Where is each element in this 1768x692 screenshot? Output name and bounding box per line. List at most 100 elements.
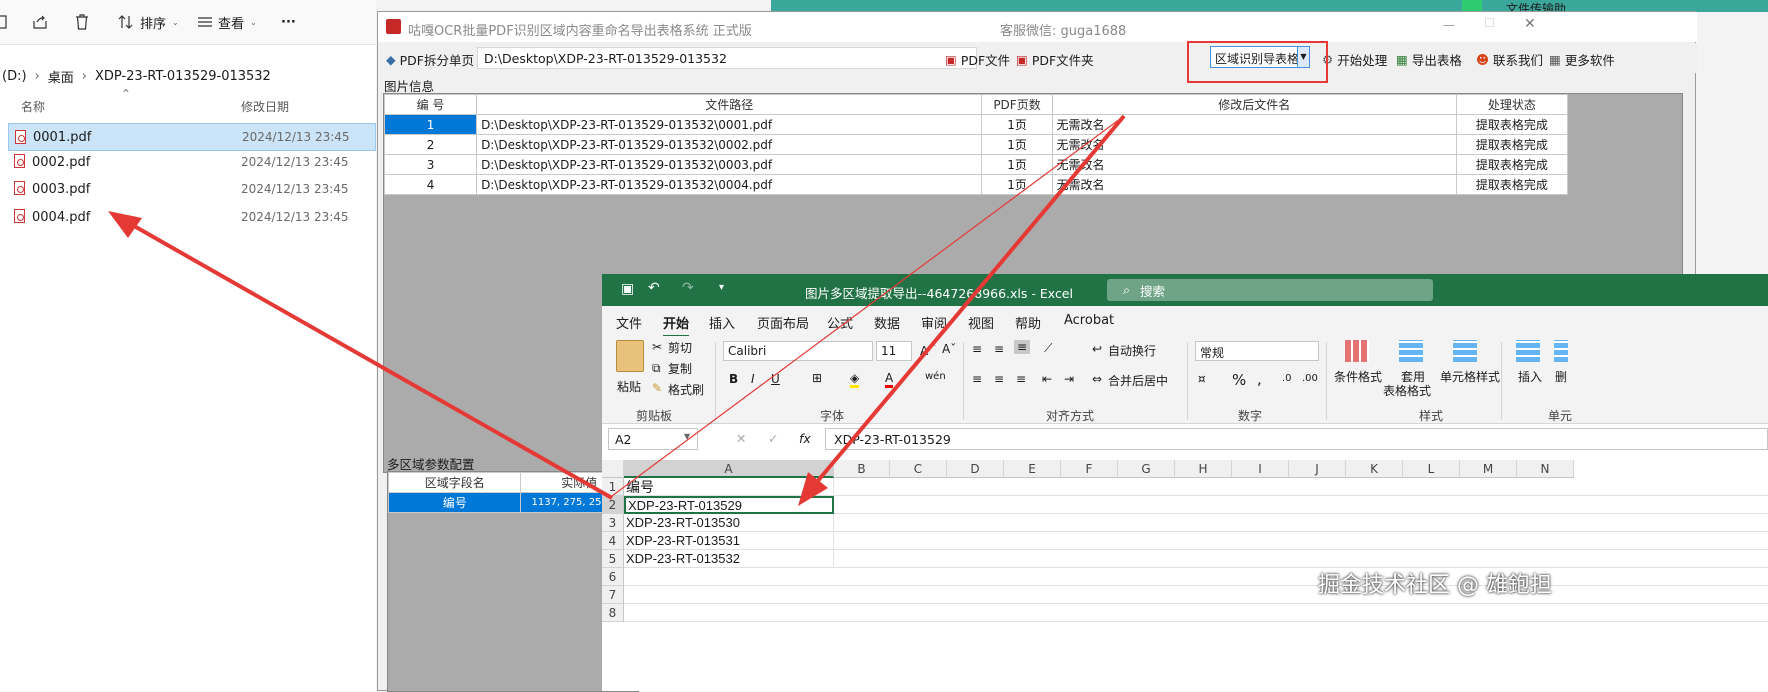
indent-decrease-icon[interactable]: ⇤ bbox=[1042, 372, 1052, 386]
split-pdf-button[interactable]: ◆ PDF拆分单页 bbox=[386, 50, 474, 68]
decrease-decimal-icon[interactable]: .00 bbox=[1302, 373, 1318, 384]
insert-cells-icon[interactable] bbox=[1516, 340, 1540, 362]
cell-a2[interactable]: XDP-23-RT-013529 bbox=[624, 496, 834, 514]
conditional-format-button[interactable]: 条件格式 bbox=[1334, 368, 1382, 385]
grid-cell-index[interactable]: 3 bbox=[383, 154, 478, 175]
align-center-icon[interactable]: ≡ bbox=[994, 372, 1004, 386]
start-button[interactable]: ⚙ 开始处理 bbox=[1322, 50, 1387, 68]
breadcrumb-folder[interactable]: XDP-23-RT-013529-013532 bbox=[95, 69, 271, 84]
cell-a3[interactable]: XDP-23-RT-013530 bbox=[624, 514, 834, 532]
tab-file[interactable]: 文件 bbox=[616, 313, 642, 332]
view-button[interactable]: 查看 ⌄ bbox=[198, 10, 257, 34]
grid-cell-index[interactable]: 4 bbox=[383, 174, 478, 195]
merge-center-button[interactable]: 合并后居中 bbox=[1108, 372, 1168, 389]
format-painter-button[interactable]: 格式刷 bbox=[668, 381, 704, 398]
row-header[interactable]: 5 bbox=[602, 550, 624, 568]
grid-cell-pages[interactable]: 1页 bbox=[981, 114, 1053, 135]
insert-cells-button[interactable]: 插入 bbox=[1518, 368, 1542, 385]
row-header[interactable]: 7 bbox=[602, 586, 624, 604]
grid-header[interactable]: 编 号 bbox=[383, 94, 478, 115]
format-as-table-icon[interactable] bbox=[1399, 340, 1423, 362]
grid-cell-path[interactable]: D:\Desktop\XDP-23-RT-013529-013532\0002.… bbox=[476, 134, 983, 155]
cell-a4[interactable]: XDP-23-RT-013531 bbox=[624, 532, 834, 550]
grid-cell-index[interactable]: 2 bbox=[383, 134, 478, 155]
column-header[interactable]: K bbox=[1346, 460, 1403, 478]
grid-header[interactable]: 文件路径 bbox=[476, 94, 983, 115]
file-row[interactable]: 0001.pdf 2024/12/13 23:45 bbox=[8, 123, 376, 151]
row-header[interactable]: 4 bbox=[602, 532, 624, 550]
align-top-icon[interactable]: ≡ bbox=[972, 342, 982, 356]
file-row[interactable]: 0003.pdf 2024/12/13 23:45 bbox=[8, 175, 376, 203]
pdf-file-button[interactable]: ▣ PDF文件 bbox=[945, 50, 1010, 68]
orientation-icon[interactable]: ⟋ bbox=[1044, 341, 1052, 356]
sort-button[interactable]: 排序 ⌄ bbox=[118, 10, 179, 34]
wrap-text-icon[interactable]: ↩ bbox=[1092, 342, 1102, 356]
export-button[interactable]: ▦ 导出表格 bbox=[1396, 50, 1462, 68]
table-row[interactable]: 编号 1137, 275, 250, 54 bbox=[387, 492, 638, 513]
grid-cell-status[interactable]: 提取表格完成 bbox=[1455, 174, 1569, 195]
grid-header[interactable]: PDF页数 bbox=[981, 94, 1053, 115]
number-format-select[interactable]: 常规 bbox=[1195, 341, 1319, 361]
tab-review[interactable]: 审阅 bbox=[921, 313, 947, 332]
delete-icon[interactable] bbox=[74, 10, 90, 34]
table-row[interactable]: 3 D:\Desktop\XDP-23-RT-013529-013532\000… bbox=[383, 154, 1569, 175]
grid-header[interactable]: 修改后文件名 bbox=[1051, 94, 1457, 115]
tab-help[interactable]: 帮助 bbox=[1015, 313, 1041, 332]
grid-cell-index[interactable]: 1 bbox=[383, 114, 478, 135]
column-header[interactable]: A bbox=[624, 460, 834, 478]
row-header[interactable]: 6 bbox=[602, 568, 624, 586]
format-painter-icon[interactable]: ✎ bbox=[652, 381, 662, 395]
grid-cell-pages[interactable]: 1页 bbox=[981, 154, 1053, 175]
tab-data[interactable]: 数据 bbox=[874, 313, 900, 332]
tab-home[interactable]: 开始 bbox=[663, 313, 690, 338]
enter-icon[interactable]: ✓ bbox=[768, 431, 778, 446]
increase-font-icon[interactable]: A^ bbox=[920, 342, 937, 358]
phonetic-icon[interactable]: wén bbox=[925, 371, 946, 382]
row-header[interactable]: 8 bbox=[602, 604, 624, 622]
italic-icon[interactable]: I bbox=[751, 372, 755, 386]
share-icon[interactable] bbox=[32, 10, 48, 34]
column-header[interactable]: C bbox=[890, 460, 947, 478]
column-header[interactable]: D bbox=[947, 460, 1004, 478]
grid-cell-status[interactable]: 提取表格完成 bbox=[1455, 154, 1569, 175]
column-modified[interactable]: 修改日期 bbox=[241, 98, 289, 115]
row-header[interactable]: 3 bbox=[602, 514, 624, 532]
region-field-name[interactable]: 编号 bbox=[387, 492, 522, 513]
align-middle-icon[interactable]: ≡ bbox=[994, 342, 1004, 356]
tab-view[interactable]: 视图 bbox=[968, 313, 994, 332]
grid-cell-newname[interactable]: 无需改名 bbox=[1051, 114, 1457, 135]
grid-header[interactable]: 处理状态 bbox=[1455, 94, 1569, 115]
grid-cell-path[interactable]: D:\Desktop\XDP-23-RT-013529-013532\0004.… bbox=[476, 174, 983, 195]
function-icon[interactable]: fx bbox=[799, 431, 811, 446]
column-header[interactable]: L bbox=[1403, 460, 1460, 478]
pdf-folder-button[interactable]: ▣ PDF文件夹 bbox=[1016, 50, 1094, 68]
select-all-corner[interactable] bbox=[602, 460, 624, 478]
copy-icon[interactable]: ⧉ bbox=[652, 361, 661, 376]
conditional-format-icon[interactable] bbox=[1345, 340, 1369, 362]
tab-formulas[interactable]: 公式 bbox=[827, 313, 853, 332]
table-row[interactable]: 1 D:\Desktop\XDP-23-RT-013529-013532\000… bbox=[383, 114, 1569, 135]
breadcrumb[interactable]: (D:) › 桌面 › XDP-23-RT-013529-013532 bbox=[0, 60, 376, 92]
merge-icon[interactable]: ⇔ bbox=[1092, 372, 1102, 386]
grid-cell-path[interactable]: D:\Desktop\XDP-23-RT-013529-013532\0001.… bbox=[476, 114, 983, 135]
format-as-table-button-line2[interactable]: 表格格式 bbox=[1383, 382, 1431, 399]
delete-cells-button[interactable]: 删 bbox=[1555, 368, 1567, 385]
currency-icon[interactable]: ¤ bbox=[1198, 372, 1206, 386]
column-header[interactable]: F bbox=[1061, 460, 1118, 478]
column-header[interactable]: E bbox=[1004, 460, 1061, 478]
paste-icon[interactable] bbox=[616, 340, 644, 372]
breadcrumb-desktop[interactable]: 桌面 bbox=[48, 67, 74, 86]
table-row[interactable]: 4 D:\Desktop\XDP-23-RT-013529-013532\000… bbox=[383, 174, 1569, 195]
grid-cell-status[interactable]: 提取表格完成 bbox=[1455, 114, 1569, 135]
grid-cell-newname[interactable]: 无需改名 bbox=[1051, 174, 1457, 195]
chevron-down-icon[interactable]: ▼ bbox=[684, 432, 690, 441]
grid-cell-status[interactable]: 提取表格完成 bbox=[1455, 134, 1569, 155]
grid-cell-path[interactable]: D:\Desktop\XDP-23-RT-013529-013532\0003.… bbox=[476, 154, 983, 175]
column-header[interactable]: N bbox=[1517, 460, 1574, 478]
cut-icon[interactable]: ✂ bbox=[652, 340, 662, 354]
column-name[interactable]: 名称 bbox=[21, 98, 45, 115]
column-header[interactable]: M bbox=[1460, 460, 1517, 478]
cell-a5[interactable]: XDP-23-RT-013532 bbox=[624, 550, 834, 568]
grid-cell-newname[interactable]: 无需改名 bbox=[1051, 134, 1457, 155]
contact-button[interactable]: ☻ 联系我们 bbox=[1476, 50, 1543, 68]
